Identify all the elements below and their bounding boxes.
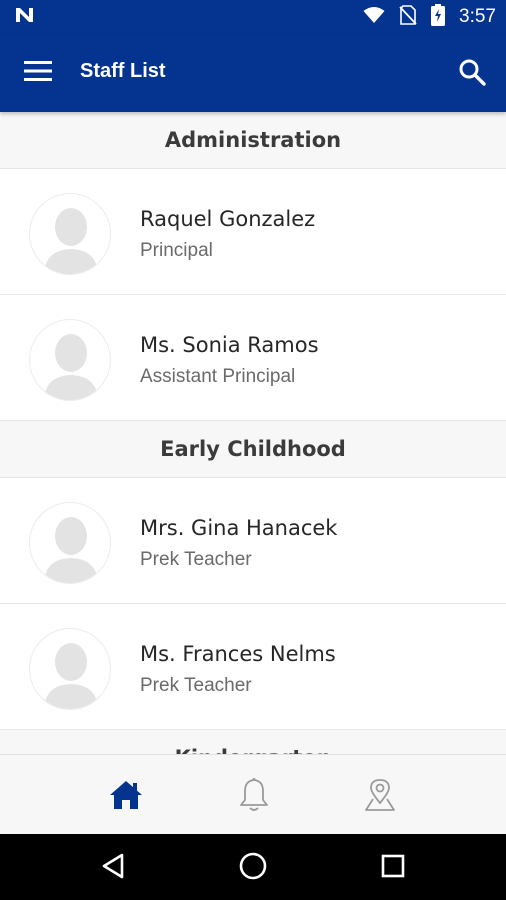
staff-name: Ms. Frances Nelms (140, 642, 336, 666)
page-title: Staff List (80, 60, 166, 82)
bell-icon (238, 777, 270, 817)
staff-row[interactable]: Mrs. Gina Hanacek Prek Teacher (0, 478, 506, 604)
back-icon (100, 852, 126, 884)
no-sim-icon (399, 5, 417, 29)
map-pin-icon (363, 777, 397, 817)
staff-role: Prek Teacher (140, 549, 252, 570)
menu-icon (24, 61, 54, 86)
status-bar: 3:57 (0, 0, 506, 34)
nav-home-button[interactable] (106, 777, 146, 817)
staff-role: Assistant Principal (140, 366, 296, 387)
staff-name: Raquel Gonzalez (140, 207, 316, 231)
avatar (29, 319, 111, 401)
staff-row[interactable]: Raquel Gonzalez Principal (0, 169, 506, 295)
section-header-kindergarten: Kindergarten (0, 730, 506, 754)
section-header-early-childhood: Early Childhood (0, 421, 506, 478)
menu-button[interactable] (24, 60, 54, 86)
system-nav-bar (0, 834, 506, 900)
system-back-button[interactable] (97, 852, 129, 884)
avatar (29, 502, 111, 584)
system-home-button[interactable] (237, 852, 269, 884)
wifi-icon (363, 6, 385, 28)
avatar (29, 193, 111, 275)
app-bar: Staff List (0, 34, 506, 112)
staff-name: Mrs. Gina Hanacek (140, 516, 338, 540)
staff-role: Prek Teacher (140, 675, 252, 696)
search-button[interactable] (458, 58, 486, 90)
recents-icon (380, 853, 406, 883)
status-time: 3:57 (459, 6, 496, 27)
notification-n-icon (14, 6, 36, 28)
section-header-administration: Administration (0, 112, 506, 169)
battery-charging-icon (431, 4, 446, 30)
home-circle-icon (238, 851, 268, 885)
avatar (29, 628, 111, 710)
home-icon (109, 779, 143, 815)
staff-row[interactable]: Ms. Frances Nelms Prek Teacher (0, 604, 506, 730)
staff-role: Principal (140, 240, 213, 261)
nav-notifications-button[interactable] (234, 777, 274, 817)
staff-row[interactable]: Ms. Sonia Ramos Assistant Principal (0, 295, 506, 421)
search-icon (458, 59, 486, 90)
staff-list[interactable]: Administration Raquel Gonzalez Principal… (0, 112, 506, 754)
staff-name: Ms. Sonia Ramos (140, 333, 319, 357)
nav-map-button[interactable] (360, 777, 400, 817)
bottom-nav (0, 754, 506, 834)
system-recents-button[interactable] (377, 852, 409, 884)
